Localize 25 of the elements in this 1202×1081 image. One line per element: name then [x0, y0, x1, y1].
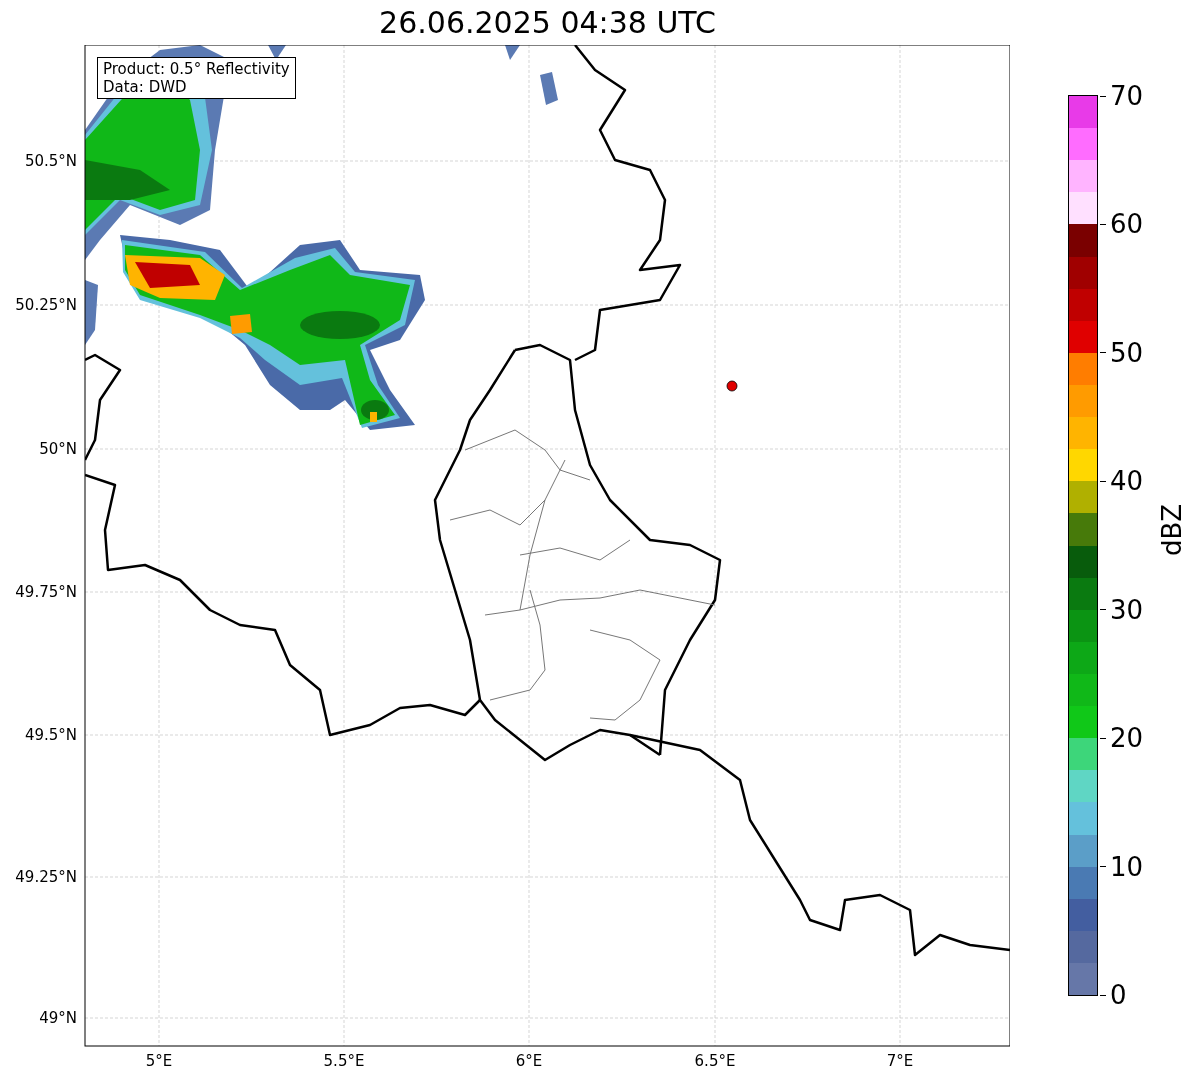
colorbar-tick-label: 60 [1100, 209, 1144, 240]
chart-title: 26.06.2025 04:38 UTC [378, 4, 717, 42]
legend-text: Product: 0.5° Reflectivity [103, 60, 290, 78]
longitude-label: 5.5°E [323, 1052, 365, 1070]
colorbar-tick-label: 0 [1100, 980, 1127, 1010]
colorbar-tick-label: 10 [1100, 851, 1144, 882]
latitude-label: 49°N [39, 1009, 77, 1027]
location-marker [726, 380, 738, 392]
colorbar-tick-label: 30 [1100, 594, 1144, 625]
colorbar-tick-label: 50 [1100, 337, 1144, 368]
latitude-label: 49.75°N [15, 583, 77, 601]
latitude-label: 49.5°N [24, 726, 77, 744]
latitude-label: 50.25°N [15, 296, 77, 314]
colorbar-tick-label: 70 [1100, 81, 1144, 111]
longitude-label: 5°E [145, 1052, 173, 1070]
colorbar-tick-label: 40 [1100, 466, 1144, 497]
longitude-label: 6°E [515, 1052, 543, 1070]
latitude-label: 49.25°N [15, 868, 77, 886]
colorbar-tick-label: 20 [1100, 723, 1144, 754]
latitude-label: 50.5°N [24, 152, 77, 170]
legend-text: Data: DWD [103, 78, 188, 96]
colorbar-label: dBZ [1157, 503, 1188, 557]
longitude-label: 7°E [886, 1052, 914, 1070]
longitude-label: 6.5°E [694, 1052, 736, 1070]
latitude-label: 50°N [39, 440, 77, 458]
